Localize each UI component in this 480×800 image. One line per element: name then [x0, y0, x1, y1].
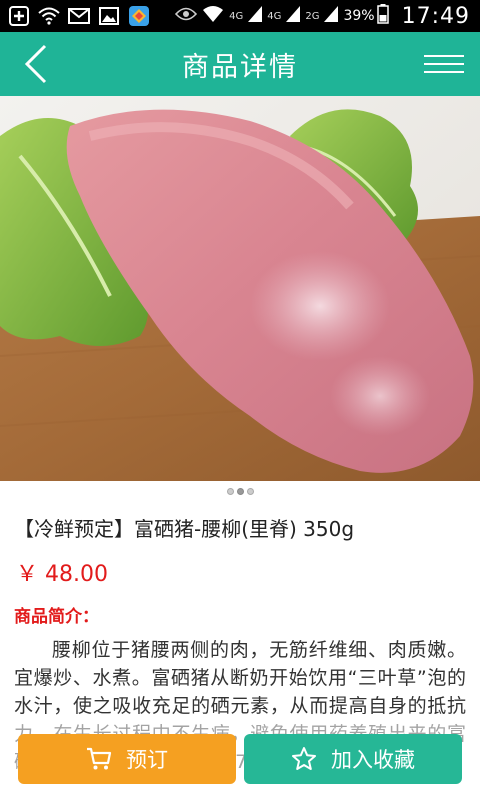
product-image[interactable]: [0, 96, 480, 481]
cart-icon: [86, 746, 112, 772]
battery-percent: 39%: [343, 8, 375, 24]
wifi-icon: [38, 6, 60, 26]
network-label-2g: 2G: [305, 10, 320, 22]
product-price: ￥ 48.00: [16, 562, 108, 587]
add-notification-icon: [8, 6, 30, 26]
status-bar: 4G 4G 2G 39% 17:49: [0, 0, 480, 32]
carousel-indicator[interactable]: [0, 484, 480, 498]
network-label-4g-a: 4G: [229, 10, 244, 22]
reserve-label: 预订: [126, 748, 168, 772]
battery-status: 39%: [343, 4, 389, 28]
image-icon: [98, 6, 120, 26]
signal-icon-b: [286, 6, 301, 26]
network-label-4g-b: 4G: [267, 10, 282, 22]
menu-icon-bar: [424, 71, 464, 73]
back-button[interactable]: [16, 42, 56, 86]
star-icon: [291, 746, 317, 772]
carousel-dot[interactable]: [246, 487, 254, 495]
battery-icon: [376, 4, 389, 28]
carousel-dot[interactable]: [226, 487, 234, 495]
app-store-icon: [128, 6, 150, 26]
signal-icon-a: [248, 6, 263, 26]
product-title: 【冷鲜预定】富硒猪-腰柳(里脊) 350g: [14, 517, 355, 541]
add-favorite-button[interactable]: 加入收藏: [244, 734, 462, 784]
carousel-dot-active[interactable]: [236, 487, 244, 495]
menu-icon-bar: [424, 63, 464, 65]
app-header: 商品详情: [0, 32, 480, 96]
wifi-signal-icon: [202, 5, 224, 27]
page-title: 商品详情: [182, 51, 298, 83]
clock: 17:49: [401, 3, 470, 29]
signal-icon-c: [324, 6, 339, 26]
menu-icon-bar: [424, 55, 464, 57]
reserve-button[interactable]: 预订: [18, 734, 236, 784]
intro-label: 商品简介：: [14, 607, 99, 627]
favorite-label: 加入收藏: [331, 748, 415, 772]
mail-icon: [68, 6, 90, 26]
back-arrow-icon: [24, 44, 47, 84]
screen: 4G 4G 2G 39% 17:49 商品详情 【冷鲜预定】富硒猪-腰柳(里脊)…: [0, 0, 480, 800]
eye-icon: [175, 7, 198, 25]
menu-button[interactable]: [424, 44, 468, 84]
